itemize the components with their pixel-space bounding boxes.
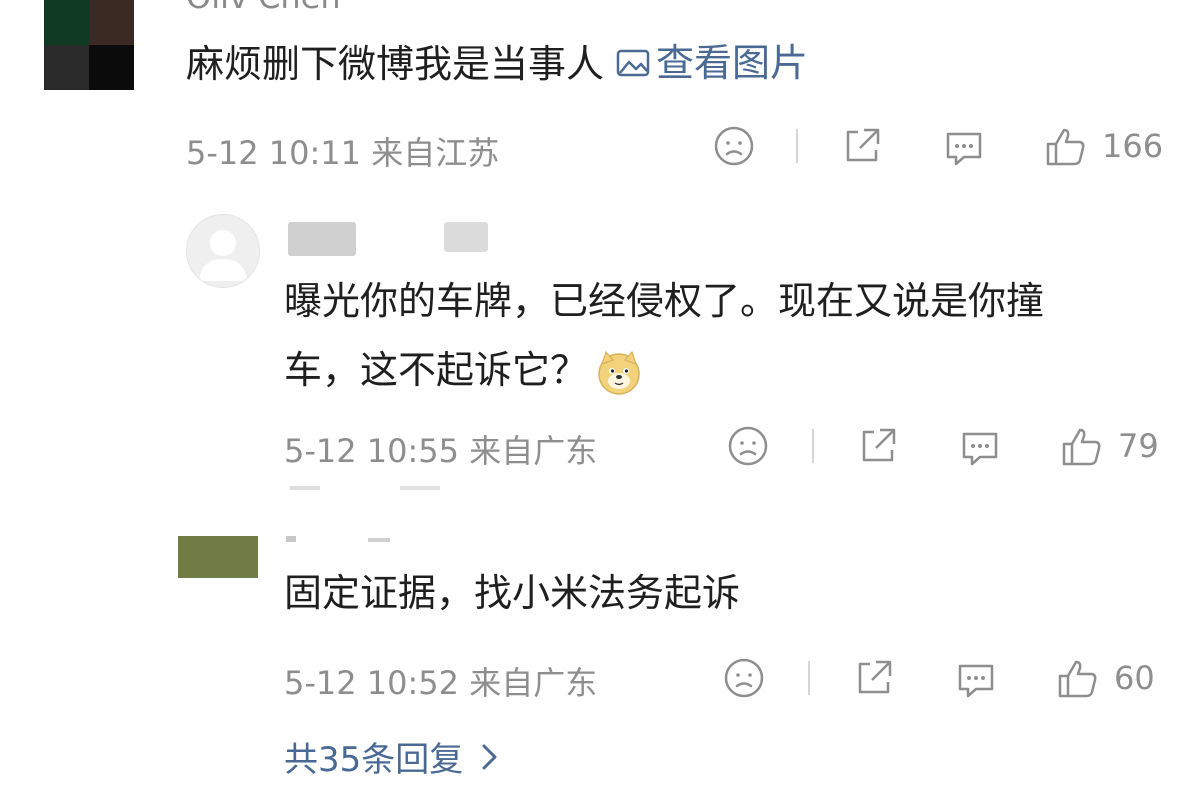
censored-mark xyxy=(400,486,440,490)
reply-username-censored[interactable] xyxy=(286,536,296,542)
sad-face-icon xyxy=(724,658,764,698)
thumbs-up-icon xyxy=(1058,660,1097,698)
dislike-button[interactable] xyxy=(722,656,766,700)
reply-username-censored[interactable] xyxy=(288,222,356,256)
share-button[interactable] xyxy=(852,656,896,700)
more-replies-label: 共35条回复 xyxy=(284,740,464,780)
more-replies-link[interactable]: 共35条回复 xyxy=(284,732,499,781)
comment-text: 麻烦删下微博我是当事人 xyxy=(186,42,605,86)
like-button[interactable]: 60 xyxy=(1056,656,1155,700)
comment-icon xyxy=(962,432,998,466)
reply-text: 固定证据，找小米法务起诉 xyxy=(284,571,741,615)
avatar[interactable] xyxy=(44,0,134,90)
sad-face-icon xyxy=(714,126,754,166)
divider xyxy=(812,429,814,463)
dislike-button[interactable] xyxy=(726,424,770,468)
reply-username-censored xyxy=(444,222,488,252)
doge-emoji-icon xyxy=(598,350,640,395)
reply-text: 车，这不起诉它？ xyxy=(284,348,589,392)
like-count: 60 xyxy=(1114,659,1155,697)
comment-icon xyxy=(958,664,994,698)
image-icon xyxy=(616,49,650,77)
thumbs-up-icon xyxy=(1046,128,1085,166)
view-picture-link[interactable]: 查看图片 xyxy=(616,32,808,94)
dislike-button[interactable] xyxy=(712,124,756,168)
reply-text-line: 曝光你的车牌，已经侵权了。现在又说是你撞 xyxy=(284,279,1045,323)
divider xyxy=(808,661,810,695)
share-button[interactable] xyxy=(840,124,884,168)
top-comment-text: 麻烦删下微博我是当事人 查看图片 xyxy=(186,32,808,95)
like-button[interactable]: 79 xyxy=(1060,424,1159,468)
top-comment-username[interactable]: Oliv Chen xyxy=(186,0,341,16)
comment-button[interactable] xyxy=(958,426,1002,470)
like-count: 166 xyxy=(1102,127,1164,165)
sad-face-icon xyxy=(728,426,768,466)
view-picture-label: 查看图片 xyxy=(656,41,809,85)
thumbs-up-icon xyxy=(1062,428,1101,466)
avatar[interactable] xyxy=(186,214,260,288)
comment-button[interactable] xyxy=(954,658,998,702)
share-icon xyxy=(862,428,896,462)
avatar[interactable] xyxy=(178,536,258,578)
reply-username-censored xyxy=(368,538,390,542)
reply-text-line: 车，这不起诉它？ xyxy=(284,339,642,401)
like-count: 79 xyxy=(1118,427,1159,465)
share-icon xyxy=(846,128,880,162)
default-avatar-icon xyxy=(199,230,247,281)
like-button[interactable]: 166 xyxy=(1044,124,1163,168)
comment-button[interactable] xyxy=(942,126,986,170)
divider xyxy=(796,129,798,163)
top-comment-meta: 5-12 10:11 来自江苏 xyxy=(186,134,500,172)
share-icon xyxy=(858,660,892,694)
chevron-right-icon xyxy=(482,744,497,769)
share-button[interactable] xyxy=(856,424,900,468)
censored-mark xyxy=(290,486,320,490)
reply-meta: 5-12 10:52 来自广东 xyxy=(284,664,598,702)
comment-icon xyxy=(946,132,982,166)
reply-meta: 5-12 10:55 来自广东 xyxy=(284,432,598,470)
